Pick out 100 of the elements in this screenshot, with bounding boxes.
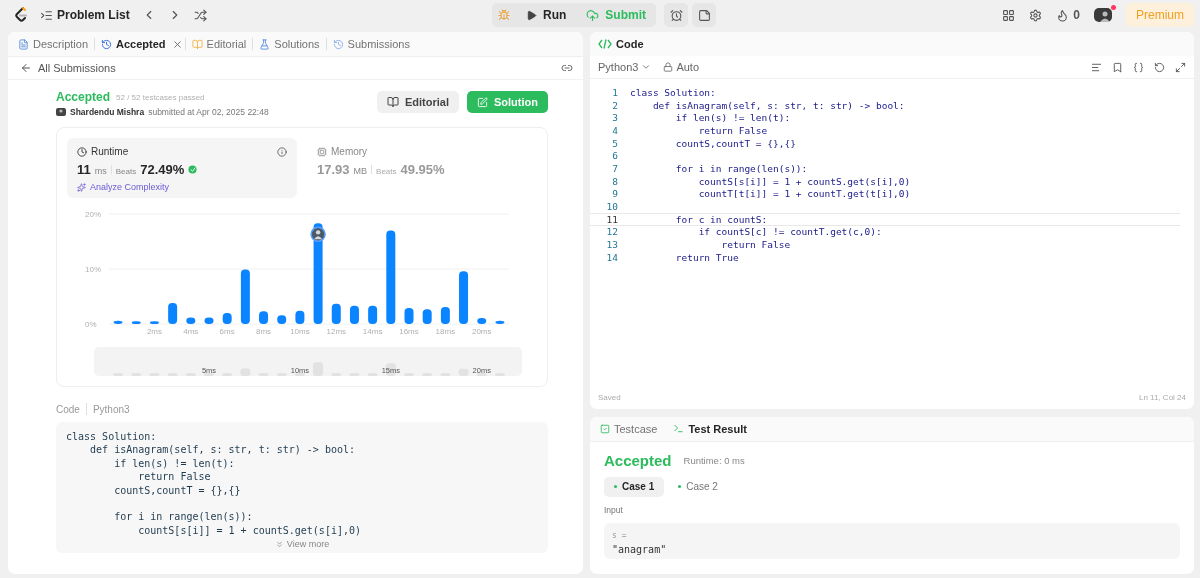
- chart-bar[interactable]: [368, 305, 378, 324]
- chart-bar[interactable]: [259, 311, 269, 324]
- flask-icon: [259, 38, 271, 50]
- braces-icon[interactable]: [1133, 61, 1144, 73]
- author-name: Shardendu Mishra: [70, 107, 145, 117]
- close-icon[interactable]: [171, 38, 183, 50]
- case-tab[interactable]: Case 1: [604, 476, 665, 497]
- code-label: Code: [56, 403, 80, 415]
- run-button[interactable]: Run: [516, 3, 577, 27]
- code-line: class Solution:: [630, 86, 716, 98]
- chart-bar[interactable]: [204, 317, 214, 324]
- shuffle-icon[interactable]: [193, 8, 207, 22]
- logo-icon[interactable]: [14, 7, 28, 23]
- line-number: 6: [611, 150, 619, 162]
- stat-title: Runtime: [91, 146, 129, 157]
- chart-bar[interactable]: [240, 269, 250, 324]
- chip-icon: [317, 146, 327, 157]
- result-status: Accepted: [604, 451, 672, 469]
- stat-value: 17.93: [317, 162, 350, 177]
- info-icon[interactable]: [277, 146, 287, 157]
- panel-tab[interactable]: Description: [14, 34, 93, 54]
- streak-counter[interactable]: 0: [1056, 8, 1080, 22]
- code-line: countT[t[i]] = 1 + countT.get(t[i],0): [697, 188, 911, 200]
- code-line: return False: [697, 124, 768, 136]
- alarm-clock-icon[interactable]: [664, 3, 688, 27]
- chevrons-down-icon: [274, 539, 284, 549]
- stat-value: 11: [77, 162, 91, 177]
- format-icon[interactable]: [1091, 61, 1102, 73]
- analyze-complexity-link[interactable]: Analyze Complexity: [77, 182, 287, 192]
- editorial-button[interactable]: Editorial: [377, 91, 459, 113]
- chart-bar[interactable]: [113, 320, 123, 324]
- axis-label: 8ms: [256, 327, 272, 336]
- chart-bar[interactable]: [149, 321, 159, 324]
- panel-tab[interactable]: Accepted: [97, 34, 170, 54]
- testcases-passed: 52 / 52 testcases passed: [116, 92, 205, 102]
- chart-bar[interactable]: [386, 230, 396, 324]
- note-icon[interactable]: [692, 3, 716, 27]
- expand-icon[interactable]: [1175, 61, 1186, 73]
- view-more-link[interactable]: View more: [274, 539, 330, 550]
- all-submissions-link[interactable]: All Submissions: [20, 62, 116, 74]
- chart-bar[interactable]: [168, 303, 178, 324]
- chart-bar[interactable]: [477, 317, 487, 324]
- chart-bar[interactable]: [331, 303, 341, 324]
- code-line: for c in countS:: [674, 213, 768, 225]
- history-icon: [101, 38, 113, 50]
- stat-panel[interactable]: Runtime 11 ms Beats 72.49% Analyze Complexity: [67, 138, 297, 198]
- runtime-text: Runtime: 0 ms: [683, 454, 745, 466]
- chart-bar[interactable]: [422, 309, 432, 324]
- code-line: return False: [720, 239, 791, 251]
- chart-bar[interactable]: [404, 308, 414, 324]
- bookmark-icon[interactable]: [1112, 61, 1123, 73]
- axis-label: 14ms: [362, 327, 383, 336]
- chart-bar[interactable]: [459, 271, 469, 324]
- save-status: Saved: [598, 393, 621, 403]
- history-icon: [332, 38, 344, 50]
- grid-icon[interactable]: [1002, 8, 1016, 22]
- line-number: 3: [611, 112, 619, 124]
- chart-bar[interactable]: [295, 310, 305, 324]
- panel-tab[interactable]: Test Result: [669, 418, 751, 439]
- book-icon: [191, 38, 203, 50]
- panel-tab[interactable]: Solutions: [255, 34, 324, 54]
- code-line: def isAnagram(self, s: str, t: str) -> bool:: [651, 99, 905, 111]
- axis-label: 10ms: [290, 327, 310, 336]
- link-icon[interactable]: [561, 62, 573, 74]
- axis-label: 18ms: [435, 327, 456, 336]
- case-tab[interactable]: Case 2: [668, 476, 728, 497]
- avatar[interactable]: [1094, 8, 1112, 22]
- panel-tab[interactable]: Testcase: [596, 418, 662, 439]
- chart-bar[interactable]: [186, 317, 196, 324]
- chart-bar[interactable]: [349, 305, 359, 324]
- axis-label: 0%: [85, 320, 97, 329]
- code-line: countS[s[i]] = 1 + countS.get(s[i],0): [697, 175, 911, 187]
- chart-bar[interactable]: [131, 321, 141, 324]
- code-line: if len(s) != len(t):: [674, 112, 791, 124]
- user-avatar: [56, 108, 66, 116]
- language-label: Python3: [92, 403, 130, 415]
- chart-bar[interactable]: [440, 306, 450, 324]
- axis-label: 2ms: [146, 327, 162, 336]
- settings-icon[interactable]: [1029, 8, 1043, 22]
- problem-list-button[interactable]: Problem List: [40, 8, 130, 22]
- line-number: 7: [611, 162, 619, 174]
- line-number: 14: [605, 251, 619, 263]
- language-select[interactable]: Python3: [598, 61, 652, 73]
- document-icon: [18, 38, 29, 50]
- chart-bar[interactable]: [495, 320, 505, 324]
- chart-bar[interactable]: [222, 313, 232, 324]
- beats-percent: 72.49%: [140, 162, 185, 177]
- line-number: 8: [611, 175, 619, 187]
- chart-bar[interactable]: [277, 315, 287, 324]
- panel-tab[interactable]: Submissions: [328, 34, 414, 54]
- code-line: if countS[c] != countT.get(c,0):: [697, 226, 882, 238]
- auto-mode-toggle[interactable]: Auto: [663, 61, 699, 73]
- flame-icon: [1056, 8, 1070, 22]
- panel-title: Code: [616, 38, 644, 50]
- panel-tab[interactable]: Editorial: [187, 34, 251, 54]
- variable-value: "anagram": [612, 543, 668, 555]
- reset-icon[interactable]: [1154, 61, 1165, 73]
- badge-icon: [188, 165, 198, 174]
- code-line: return True: [674, 251, 739, 263]
- stat-panel[interactable]: Memory 17.93 MB Beats 49.95%: [307, 138, 537, 198]
